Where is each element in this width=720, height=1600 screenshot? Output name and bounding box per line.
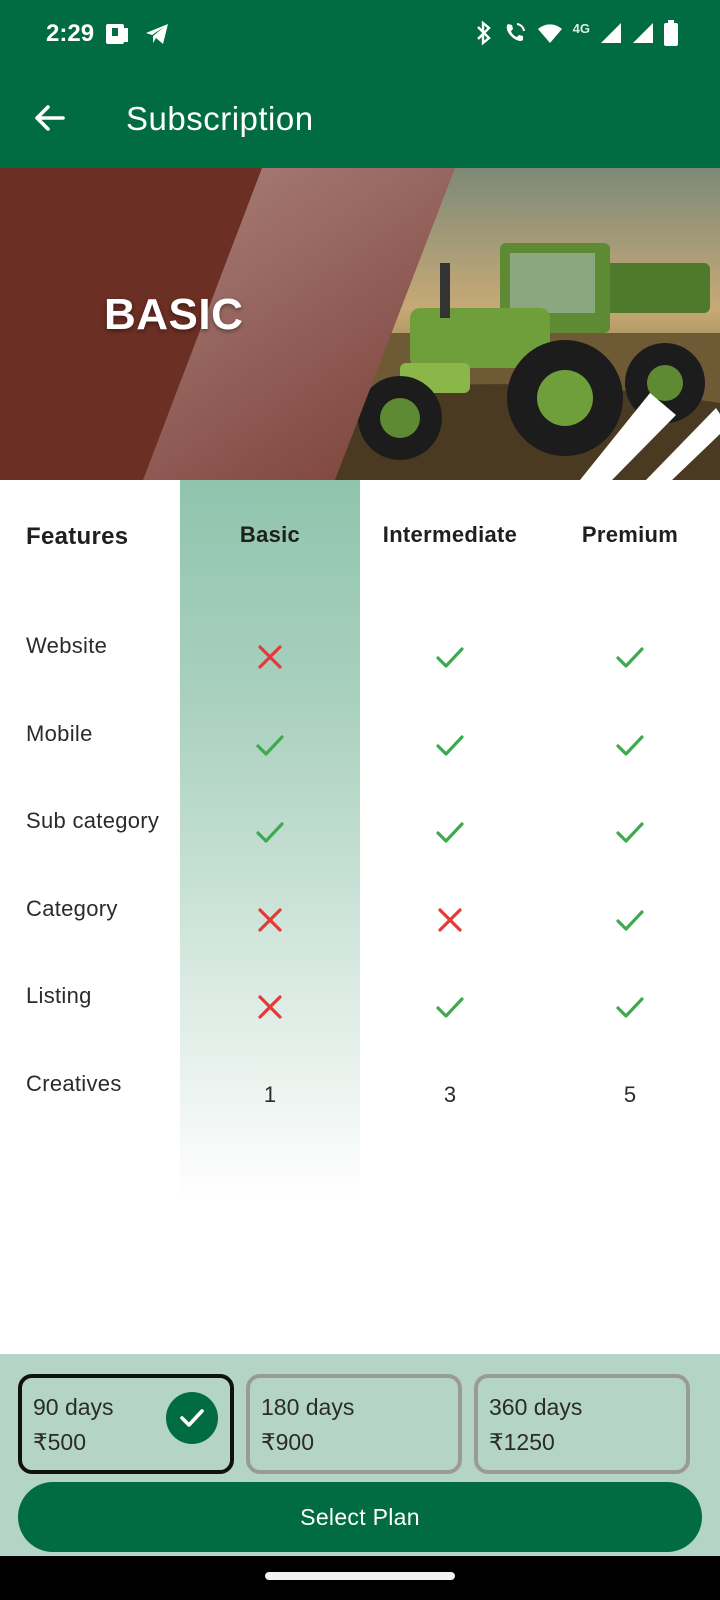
bluetooth-icon [476,20,491,46]
cross-icon [180,987,360,1027]
check-icon [540,725,720,765]
status-bar: 2:29 4G [0,0,720,72]
cross-icon [180,637,360,677]
back-button[interactable] [30,98,70,138]
sim-toolkit-icon [106,24,128,44]
plan-price: ₹900 [261,1429,315,1455]
feature-label: Category [26,895,118,921]
column-header-intermediate: Intermediate [382,522,518,547]
signal-icon [601,23,621,43]
check-icon [180,1409,204,1427]
feature-value: 3 [443,1081,457,1107]
feature-value: 1 [263,1081,277,1107]
plan-card-180-days[interactable]: 180 days ₹900 [246,1374,462,1474]
battery-icon [664,20,678,46]
feature-label: Creatives [26,1070,122,1096]
check-icon [360,987,540,1027]
system-navigation-bar [0,1556,720,1600]
feature-label: Listing [26,983,92,1008]
check-icon [360,637,540,677]
feature-label: Website [26,633,108,658]
plan-selector-panel: 90 days ₹500 180 days ₹900 360 days ₹125… [0,1354,720,1556]
feature-label: Mobile [26,720,93,746]
feature-label: Sub category [26,808,160,833]
arrow-left-icon [35,105,65,131]
check-icon [360,725,540,765]
banner-plan-title: BASIC [104,290,244,339]
signal-icon-2 [633,23,653,43]
page-title: Subscription [126,100,314,137]
check-icon [360,812,540,852]
home-gesture-handle[interactable] [265,1572,455,1580]
plan-card-360-days[interactable]: 360 days ₹1250 [474,1374,690,1474]
plan-card-90-days[interactable]: 90 days ₹500 [18,1374,234,1474]
column-header-features: Features [26,523,129,550]
check-icon [540,637,720,677]
telegram-icon [146,24,168,44]
check-icon [540,812,720,852]
plan-duration: 90 days [33,1394,114,1420]
plan-price: ₹1250 [489,1429,555,1455]
plan-price: ₹500 [33,1429,87,1455]
plan-duration: 180 days [261,1394,355,1420]
wifi-icon [537,24,562,43]
status-time: 2:29 [46,20,95,47]
cross-icon [360,900,540,940]
selected-check-badge [166,1392,218,1444]
feature-comparison-table: Features Basic Intermediate Premium Webs… [0,480,720,1202]
cross-icon [180,900,360,940]
status-right-icons: 4G [475,20,678,46]
check-icon [540,900,720,940]
app-bar: Subscription [0,72,720,168]
select-plan-button[interactable]: Select Plan [18,1482,702,1552]
check-icon [180,812,360,852]
feature-value: 5 [623,1081,637,1107]
status-left-icons [104,22,170,46]
network-type-label: 4G [572,20,590,36]
check-icon [180,725,360,765]
wifi-call-icon [506,23,525,41]
plan-duration: 360 days [489,1394,583,1420]
column-header-premium: Premium [581,522,679,547]
plan-banner: BASIC [0,168,720,480]
check-icon [540,987,720,1027]
column-header-basic: Basic [239,522,301,547]
